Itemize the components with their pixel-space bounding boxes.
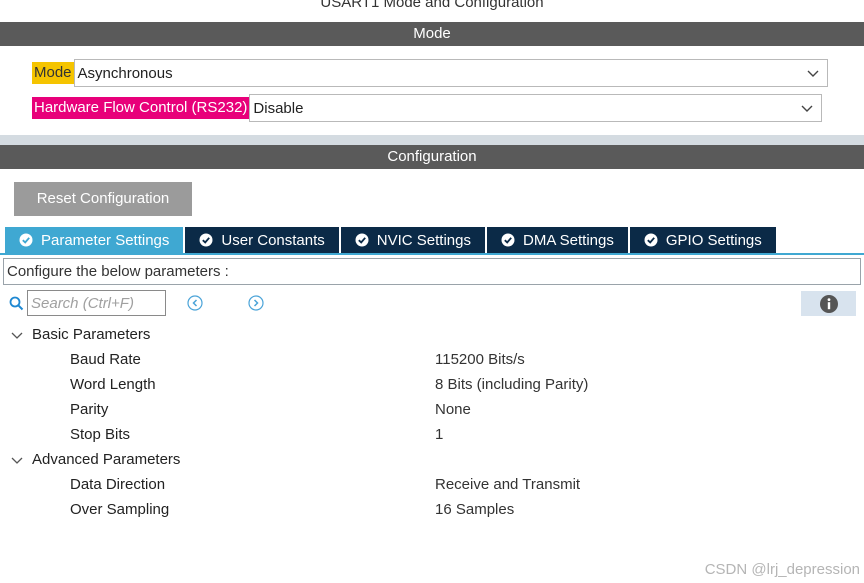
mode-select-value: Asynchronous — [77, 64, 173, 82]
chevron-down-icon — [11, 332, 23, 339]
tab-underline — [0, 253, 864, 255]
param-parity-name[interactable]: Parity — [70, 397, 108, 422]
param-data-direction-name[interactable]: Data Direction — [70, 472, 165, 497]
tab-label: DMA Settings — [523, 231, 614, 249]
tab-nvic-settings[interactable]: NVIC Settings — [340, 227, 485, 253]
watermark: CSDN @lrj_depression — [704, 561, 860, 578]
mode-row: Mode Asynchronous — [32, 59, 828, 87]
tab-label: Parameter Settings — [41, 231, 170, 249]
check-circle-icon — [501, 233, 515, 247]
check-circle-icon — [19, 233, 33, 247]
check-circle-icon — [355, 233, 369, 247]
search-bar — [9, 290, 166, 316]
flow-control-label: Hardware Flow Control (RS232) — [32, 97, 250, 119]
param-over-sampling-name[interactable]: Over Sampling — [70, 497, 169, 522]
param-data-direction-value[interactable]: Receive and Transmit — [435, 472, 580, 497]
param-stop-bits-name[interactable]: Stop Bits — [70, 422, 130, 447]
check-circle-icon — [199, 233, 213, 247]
advanced-parameters-group[interactable]: Advanced Parameters — [10, 447, 180, 472]
param-over-sampling-value[interactable]: 16 Samples — [435, 497, 514, 522]
tab-label: GPIO Settings — [665, 231, 762, 249]
previous-match-icon[interactable] — [187, 295, 203, 311]
mode-section-header: Mode — [0, 22, 864, 46]
chevron-down-icon — [801, 105, 813, 112]
group-label: Basic Parameters — [32, 326, 151, 343]
configure-hint: Configure the below parameters : — [3, 258, 861, 285]
param-word-length-name[interactable]: Word Length — [70, 372, 156, 397]
info-button[interactable] — [801, 291, 856, 316]
param-baud-rate-name[interactable]: Baud Rate — [70, 347, 141, 372]
tab-gpio-settings[interactable]: GPIO Settings — [629, 227, 776, 253]
mode-label: Mode — [32, 62, 74, 84]
flow-control-row: Hardware Flow Control (RS232) Disable — [32, 94, 823, 122]
config-tabs: Parameter Settings User Constants NVIC S… — [5, 227, 778, 253]
window-title: USART1 Mode and Configuration — [320, 0, 544, 11]
search-input[interactable] — [27, 290, 166, 316]
mode-select[interactable]: Asynchronous — [73, 59, 828, 87]
flow-control-select[interactable]: Disable — [249, 94, 823, 122]
chevron-down-icon — [11, 457, 23, 464]
basic-parameters-group[interactable]: Basic Parameters — [10, 322, 150, 347]
param-baud-rate-value[interactable]: 115200 Bits/s — [435, 347, 525, 372]
param-parity-value[interactable]: None — [435, 397, 471, 422]
param-word-length-value[interactable]: 8 Bits (including Parity) — [435, 372, 588, 397]
section-divider — [0, 135, 864, 145]
chevron-down-icon — [807, 70, 819, 77]
tab-label: User Constants — [221, 231, 325, 249]
check-circle-icon — [644, 233, 658, 247]
param-stop-bits-value[interactable]: 1 — [435, 422, 443, 447]
group-label: Advanced Parameters — [32, 451, 181, 468]
tab-parameter-settings[interactable]: Parameter Settings — [5, 227, 184, 253]
search-icon[interactable] — [9, 296, 24, 311]
tab-dma-settings[interactable]: DMA Settings — [487, 227, 628, 253]
reset-configuration-button[interactable]: Reset Configuration — [14, 182, 192, 216]
tab-label: NVIC Settings — [376, 231, 471, 249]
next-match-icon[interactable] — [248, 295, 264, 311]
configuration-section-header: Configuration — [0, 145, 864, 169]
tab-user-constants[interactable]: User Constants — [185, 227, 339, 253]
info-icon — [819, 294, 838, 313]
flow-control-select-value: Disable — [253, 99, 304, 117]
